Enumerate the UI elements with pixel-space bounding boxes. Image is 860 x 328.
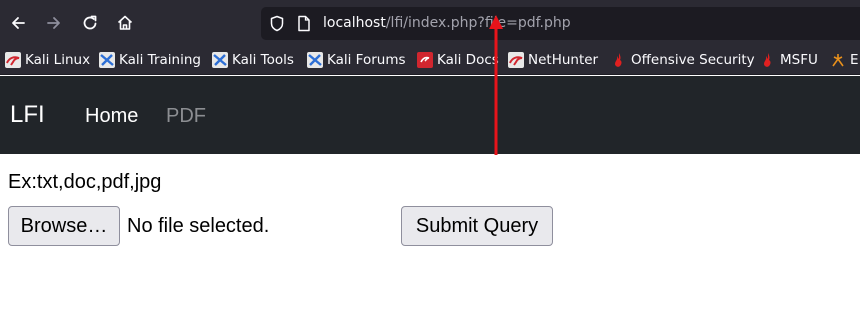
bookmark-kali-tools[interactable]: Kali Tools (212, 50, 294, 70)
bookmark-exploit-db[interactable]: E (830, 50, 859, 70)
bookmark-label: Kali Linux (25, 52, 91, 68)
forward-arrow-icon[interactable] (39, 8, 69, 38)
kali-docs-icon (417, 52, 433, 68)
annotation-arrow (489, 15, 503, 155)
nav-link-pdf[interactable]: PDF (166, 104, 206, 128)
url-path: /lfi/index.php?file=pdf.php (385, 15, 571, 31)
bookmark-label: Offensive Security (631, 52, 755, 68)
bookmark-kali-linux[interactable]: Kali Linux (5, 50, 90, 70)
nav-link-home[interactable]: Home (85, 104, 138, 128)
bookmark-nethunter[interactable]: NetHunter (508, 50, 598, 70)
bookmark-label: MSFU (780, 52, 818, 68)
browser-toolbar: localhost/lfi/index.php?file=pdf.php (0, 0, 860, 46)
bookmark-msfu[interactable]: MSFU (760, 50, 818, 70)
reload-icon[interactable] (75, 8, 105, 38)
browse-button[interactable]: Browse… (8, 206, 120, 246)
bookmark-kali-training[interactable]: Kali Training (99, 50, 201, 70)
bookmark-offensive-security[interactable]: Offensive Security (611, 50, 755, 70)
site-navbar: LFI Home PDF (0, 76, 860, 154)
kali-forums-icon (307, 52, 323, 68)
home-icon[interactable] (110, 8, 140, 38)
bookmark-label: NetHunter (528, 52, 599, 68)
exploit-db-icon (832, 54, 844, 67)
bookmark-label: Kali Forums (327, 52, 406, 68)
file-selection-status: No file selected. (127, 215, 270, 237)
kali-tools-icon (212, 52, 228, 68)
shield-icon[interactable] (269, 15, 285, 36)
bookmark-label: Kali Tools (232, 52, 294, 68)
submit-query-button[interactable]: Submit Query (401, 206, 553, 246)
url-bar[interactable]: localhost/lfi/index.php?file=pdf.php (261, 7, 860, 40)
page-icon (297, 15, 311, 36)
file-type-hint: Ex:txt,doc,pdf,jpg (8, 171, 162, 193)
url-host: localhost (323, 15, 386, 31)
bookmarks-bar: Kali Linux Kali Training Kali Tools Kali… (0, 46, 860, 75)
bookmark-label: E (850, 52, 859, 68)
back-arrow-icon[interactable] (3, 8, 33, 38)
kali-training-icon (99, 52, 115, 68)
offensive-security-icon (615, 53, 622, 67)
kali-linux-icon (5, 52, 21, 68)
bookmark-kali-forums[interactable]: Kali Forums (307, 50, 406, 70)
url-text[interactable]: localhost/lfi/index.php?file=pdf.php (323, 14, 571, 33)
navbar-brand[interactable]: LFI (10, 100, 45, 130)
msfu-icon (764, 53, 771, 67)
bookmark-label: Kali Training (119, 52, 201, 68)
nethunter-icon (508, 52, 524, 68)
